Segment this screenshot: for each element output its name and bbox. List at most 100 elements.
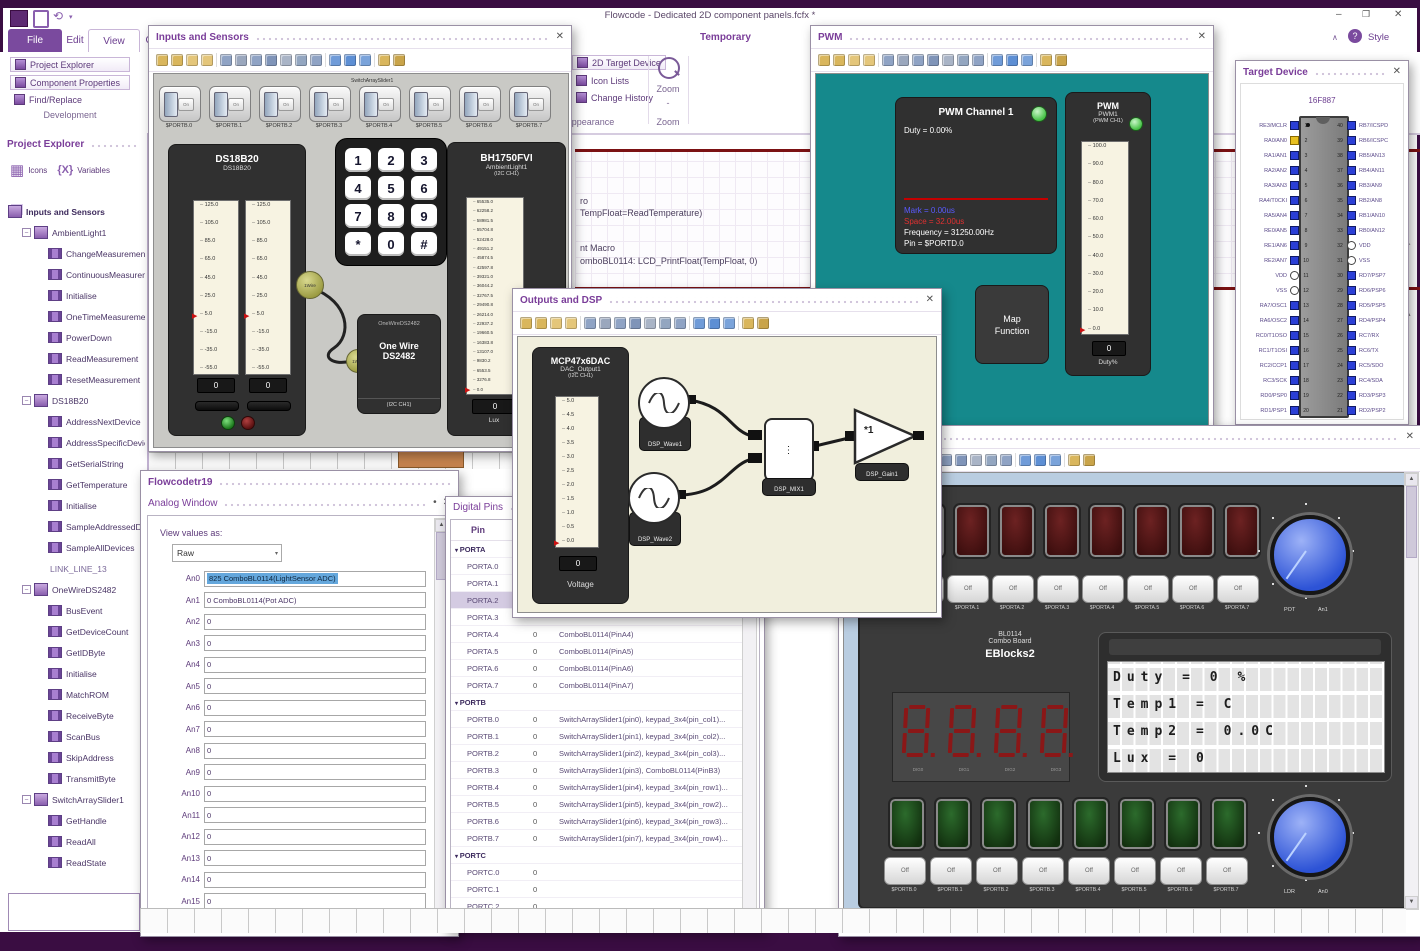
- onewire-ds2482-block[interactable]: OneWireDS2482 One Wire DS2482 (I2C CH1): [357, 314, 441, 414]
- toolbar-icon[interactable]: [985, 454, 997, 466]
- toolbar-icon[interactable]: [878, 53, 879, 67]
- tree-item[interactable]: –GetSerialString: [2, 453, 145, 474]
- toolbar-icon[interactable]: [201, 54, 213, 66]
- expander-icon[interactable]: –: [22, 396, 31, 405]
- analog-row[interactable]: An12 0: [148, 826, 438, 848]
- toolbar-icon[interactable]: [927, 54, 939, 66]
- switch-knob[interactable]: [464, 92, 478, 117]
- wave1-generator[interactable]: [638, 377, 690, 429]
- toolbar-icon[interactable]: [674, 317, 686, 329]
- digital-pin-row[interactable]: PORTB.2 0 SwitchArraySlider1(pin2), keypad…: [451, 745, 743, 762]
- pin-row[interactable]: 35 RB2/AN8: [1333, 193, 1403, 208]
- toolbar-icon[interactable]: [580, 316, 581, 330]
- map-function-block[interactable]: Map Function: [975, 285, 1049, 364]
- icons-view-label[interactable]: Icons: [28, 166, 47, 175]
- help-icon[interactable]: ?: [1348, 29, 1362, 43]
- tree-item[interactable]: –ChangeMeasurement: [2, 243, 145, 264]
- tree-item[interactable]: –SkipAddress: [2, 747, 145, 768]
- scale-pointer[interactable]: ▶: [244, 313, 249, 320]
- variables-icon[interactable]: {X}: [57, 164, 73, 176]
- pin-row[interactable]: RC3/SCK 18: [1243, 373, 1313, 388]
- analog-value-field[interactable]: 0: [204, 764, 426, 781]
- toolbar-icon[interactable]: [1036, 53, 1037, 67]
- toolbar-icon[interactable]: [912, 54, 924, 66]
- save-icon[interactable]: [33, 10, 49, 28]
- pin-row[interactable]: 33 RB0/AN12: [1333, 223, 1403, 238]
- port-toggle-button[interactable]: Off: [976, 857, 1018, 885]
- pin-row[interactable]: 32 VDD: [1333, 238, 1403, 253]
- toolbar-icon[interactable]: [955, 454, 967, 466]
- pin-row[interactable]: RC0/T1OSO 15: [1243, 328, 1313, 343]
- pin-row[interactable]: 24 RC5/SDO: [1333, 358, 1403, 373]
- keypad-key[interactable]: 3: [411, 148, 437, 172]
- toolbar-icon[interactable]: [738, 316, 739, 330]
- toolbar-icon[interactable]: [171, 54, 183, 66]
- toolbar-icon[interactable]: [757, 317, 769, 329]
- scale-pointer[interactable]: ▶: [192, 313, 197, 320]
- style-button[interactable]: Style: [1368, 32, 1389, 43]
- analog-value-field[interactable]: 0: [204, 850, 426, 867]
- analog-value-field[interactable]: 0: [204, 807, 426, 824]
- digital-pin-row[interactable]: PORTB.6 0 SwitchArraySlider1(pin6), keypad…: [451, 813, 743, 830]
- toolbar-icon[interactable]: [1015, 453, 1016, 467]
- port-toggle-button[interactable]: Off: [930, 857, 972, 885]
- tree-item[interactable]: –ContinuousMeasurement: [2, 264, 145, 285]
- toolbar-icon[interactable]: [614, 317, 626, 329]
- switch[interactable]: On: [209, 86, 251, 122]
- analog-value-field[interactable]: 0: [204, 828, 426, 845]
- close-icon[interactable]: ✕: [556, 32, 564, 42]
- find-replace-button[interactable]: Find/Replace: [10, 93, 130, 106]
- pin-row[interactable]: RA4/T0CKI 6: [1243, 193, 1313, 208]
- drag-dots[interactable]: [254, 33, 550, 41]
- drag-dots[interactable]: [1313, 68, 1387, 76]
- toolbar-icon[interactable]: [693, 317, 705, 329]
- pin-row[interactable]: RA5/AN4 7: [1243, 208, 1313, 223]
- pin-row[interactable]: 34 RB1/AN10: [1333, 208, 1403, 223]
- tree-item[interactable]: –Initialise: [2, 495, 145, 516]
- pin-row[interactable]: RE1/AN6 9: [1243, 238, 1313, 253]
- toolbar-icon[interactable]: [1064, 453, 1065, 467]
- pin-row[interactable]: 40 RB7/ICSPD: [1333, 118, 1403, 133]
- analog-value-field[interactable]: 0: [204, 656, 426, 673]
- analog-value-field[interactable]: 0: [204, 635, 426, 652]
- tree-item[interactable]: – AmbientLight1: [2, 222, 145, 243]
- analog-value-field[interactable]: 825 ComboBL0114(LightSensor ADC): [204, 570, 426, 587]
- switch-knob[interactable]: [514, 92, 528, 117]
- tree-item[interactable]: –GetDeviceCount: [2, 621, 145, 642]
- pin-row[interactable]: 29 RD6/PSP6: [1333, 283, 1403, 298]
- expander-icon[interactable]: –: [22, 228, 31, 237]
- quick-access-menu-icon[interactable]: ▾: [69, 13, 73, 21]
- analog-value-field[interactable]: 0: [204, 721, 426, 738]
- scroll-up-icon[interactable]: ▲: [1405, 473, 1418, 486]
- scroll-thumb[interactable]: [1406, 486, 1417, 558]
- digital-pin-row[interactable]: PORTA.6 0 ComboBL0114(PinA6): [451, 660, 743, 677]
- toolbar-icon[interactable]: [1083, 454, 1095, 466]
- keypad-key[interactable]: 5: [378, 176, 404, 200]
- analog-row[interactable]: An5 0: [148, 676, 438, 698]
- analog-value-field[interactable]: 0: [204, 613, 426, 630]
- tree-item[interactable]: –Inputs and Sensors: [2, 201, 145, 222]
- analog-value-field[interactable]: 0 ComboBL0114(Pot ADC): [204, 592, 426, 609]
- pin-row[interactable]: RA1/AN1 3: [1243, 148, 1313, 163]
- toolbar-icon[interactable]: [156, 54, 168, 66]
- port-toggle-button[interactable]: Off: [1127, 575, 1169, 603]
- switch[interactable]: On: [459, 86, 501, 122]
- analog-row[interactable]: An10 0: [148, 783, 438, 805]
- temporary-window-title[interactable]: Temporary: [700, 27, 812, 47]
- tree-item[interactable]: –GetHandle: [2, 810, 145, 831]
- keypad-key[interactable]: 8: [378, 204, 404, 228]
- collapse-ribbon-icon[interactable]: ∧: [1332, 33, 1338, 42]
- analog-row[interactable]: An1 0 ComboBL0114(Pot ADC): [148, 590, 438, 612]
- ldr-knob[interactable]: [1254, 781, 1358, 885]
- flowcode-dock-window[interactable]: Flowcodetr19 Analog Window•✕ View values…: [140, 470, 459, 937]
- toolbar-icon[interactable]: [550, 317, 562, 329]
- toolbar-icon[interactable]: [186, 54, 198, 66]
- ds18b20-scale-2[interactable]: 125.0 105.0 85.0 65.0 45.0 25.0 5.0 -15.0 -35.0 -…: [244, 200, 291, 375]
- toolbar-icon[interactable]: [742, 317, 754, 329]
- pin-row[interactable]: RA7/OSC1 13: [1243, 298, 1313, 313]
- toolbar-icon[interactable]: [970, 454, 982, 466]
- digital-pin-row[interactable]: PORTC.1 0: [451, 881, 743, 898]
- toolbar-icon[interactable]: [957, 54, 969, 66]
- pin-row[interactable]: 38 RB5/AN13: [1333, 148, 1403, 163]
- toolbar-icon[interactable]: [863, 54, 875, 66]
